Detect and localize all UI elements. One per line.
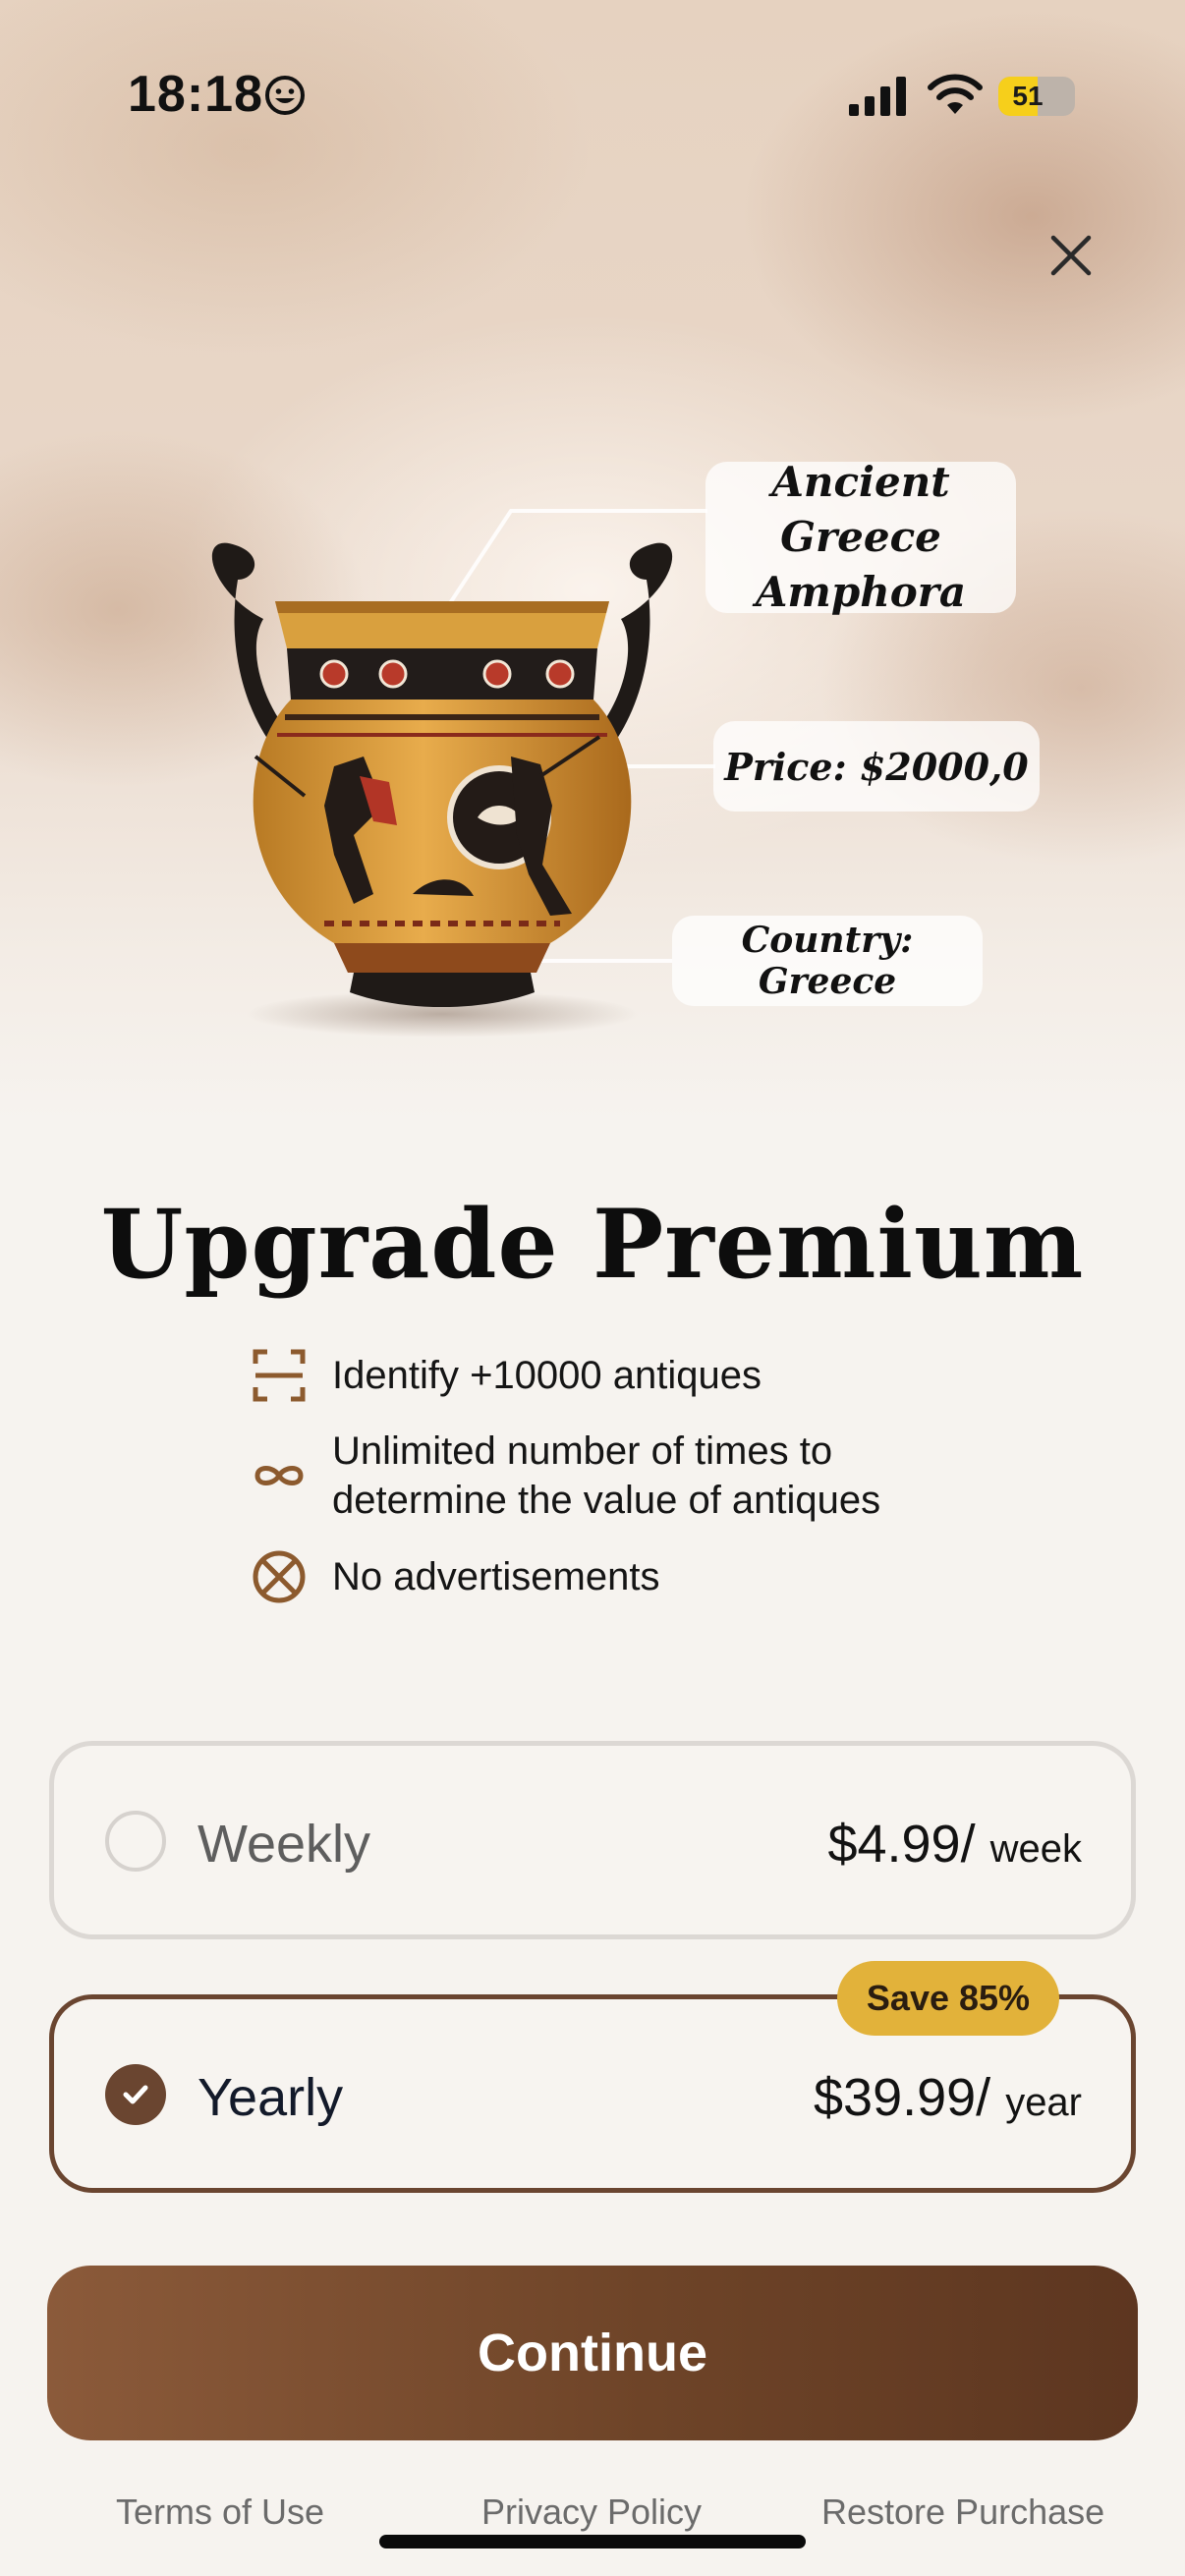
plan-price-yearly-amount: $39.99/ [814,2068,991,2127]
plan-name-yearly: Yearly [198,2068,344,2127]
feature-text-no-ads: No advertisements [332,1555,660,1598]
feature-item-unlimited: Unlimited number of times to determine t… [250,1427,880,1525]
save-badge: Save 85% [837,1961,1059,2036]
plan-price-yearly-unit: year [1005,2081,1082,2124]
page-title: Upgrade Premium [100,1189,1085,1300]
callout-price: Price: $2000,0 [713,721,1040,812]
feature-item-identify: Identify +10000 antiques [250,1346,762,1405]
radio-checked-icon[interactable] [105,2064,166,2125]
amphora-image [211,542,673,1037]
privacy-policy-link[interactable]: Privacy Policy [481,2492,702,2533]
callout-item-name-line1: Ancient Greece [771,458,950,561]
close-icon[interactable] [1042,226,1100,285]
feature-text-unlimited-line2: determine the value of antiques [332,1479,881,1522]
continue-button[interactable]: Continue [47,2266,1138,2440]
feature-text-identify: Identify +10000 antiques [332,1354,762,1397]
terms-of-use-link[interactable]: Terms of Use [116,2492,324,2533]
callout-country: Country: Greece [672,916,983,1006]
status-bar: 18:18 51 [0,0,1185,196]
battery-indicator: 51 [998,77,1075,116]
feature-text-unlimited-line1: Unlimited number of times to [332,1429,833,1473]
status-time: 18:18 [128,66,263,123]
plan-price-weekly: $4.99/ week [827,1815,1082,1878]
battery-level-text: 51 [1012,81,1044,111]
callout-item-name: Ancient Greece Amphora [705,458,1016,616]
plan-option-weekly[interactable]: Weekly $4.99/ week [49,1741,1136,1939]
checkmark-icon [123,2085,148,2104]
feature-text-unlimited: Unlimited number of times to determine t… [332,1427,880,1525]
cellular-signal-icon [849,77,906,116]
callout-item-name-line2: Amphora [755,568,967,616]
smiley-icon [265,76,305,115]
wifi-icon [928,74,983,114]
plan-price-weekly-unit: week [989,1827,1082,1871]
infinity-icon [254,1466,304,1485]
plan-price-yearly: $39.99/ year [814,2068,1082,2132]
restore-purchase-link[interactable]: Restore Purchase [821,2492,1104,2533]
scan-frame-icon [253,1349,306,1402]
radio-unchecked-icon[interactable] [105,1811,166,1872]
plan-price-weekly-amount: $4.99/ [827,1815,976,1874]
feature-item-no-ads: No advertisements [250,1547,659,1606]
plan-name-weekly: Weekly [198,1815,371,1874]
home-indicator [379,2535,806,2548]
no-ads-icon [253,1550,306,1603]
